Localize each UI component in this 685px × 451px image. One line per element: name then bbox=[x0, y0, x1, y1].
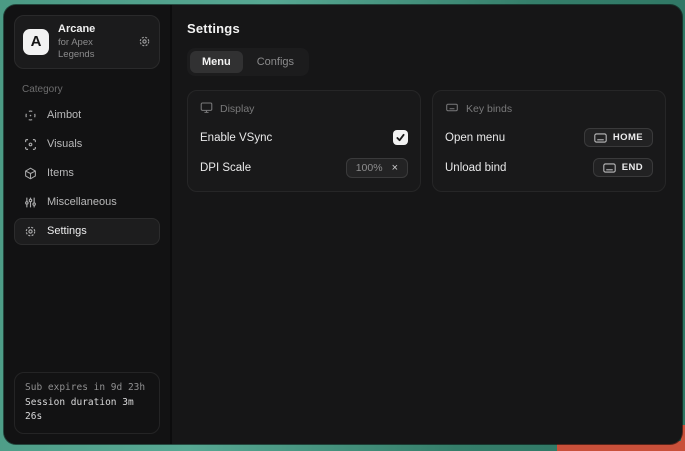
unload-bind-row: Unload bind END bbox=[445, 158, 653, 177]
keyboard-icon bbox=[445, 101, 459, 117]
sidebar-item-label: Visuals bbox=[47, 138, 82, 150]
app-brand-card: A Arcane for Apex Legends bbox=[14, 15, 160, 69]
sidebar: A Arcane for Apex Legends Category bbox=[4, 5, 172, 444]
keybinds-card: Key binds Open menu HOME Unload bind bbox=[432, 90, 666, 192]
sidebar-item-label: Aimbot bbox=[47, 109, 81, 121]
package-icon bbox=[23, 167, 37, 180]
gear-icon bbox=[23, 225, 37, 238]
desktop: { "app": { "name": "Arcane", "subtitle":… bbox=[0, 0, 685, 451]
sidebar-item-miscellaneous[interactable]: Miscellaneous bbox=[14, 189, 160, 216]
vsync-label: Enable VSync bbox=[200, 132, 272, 144]
sliders-icon bbox=[23, 196, 37, 209]
sidebar-item-label: Settings bbox=[47, 225, 87, 237]
clear-icon[interactable]: × bbox=[392, 163, 398, 174]
session-duration-text: Session duration 3m 26s bbox=[25, 396, 149, 425]
display-card: Display Enable VSync DPI Scale 100% × bbox=[187, 90, 421, 192]
sidebar-nav: Aimbot Visuals Items bbox=[14, 102, 160, 245]
sub-expiry-text: Sub expires in 9d 23h bbox=[25, 381, 149, 396]
sidebar-item-label: Miscellaneous bbox=[47, 196, 117, 208]
dpi-scale-input[interactable]: 100% × bbox=[346, 158, 408, 178]
sidebar-item-settings[interactable]: Settings bbox=[14, 218, 160, 245]
settings-tabbar: Menu Configs bbox=[187, 48, 309, 76]
keyboard-icon bbox=[603, 163, 616, 173]
tab-menu[interactable]: Menu bbox=[190, 51, 243, 73]
page-title: Settings bbox=[187, 21, 667, 36]
open-menu-label: Open menu bbox=[445, 132, 505, 144]
settings-cards: Display Enable VSync DPI Scale 100% × bbox=[187, 90, 667, 192]
crosshair-icon bbox=[23, 109, 37, 122]
keybinds-card-title: Key binds bbox=[466, 103, 512, 115]
display-card-header: Display bbox=[200, 101, 408, 117]
app-subtitle: for Apex Legends bbox=[58, 37, 129, 61]
keyboard-icon bbox=[594, 133, 607, 143]
scan-eye-icon bbox=[23, 138, 37, 151]
vsync-checkbox[interactable] bbox=[393, 130, 408, 145]
dpi-label: DPI Scale bbox=[200, 162, 251, 174]
open-menu-row: Open menu HOME bbox=[445, 128, 653, 147]
unload-bind-keybind[interactable]: END bbox=[593, 158, 653, 177]
gear-icon[interactable] bbox=[138, 35, 151, 48]
sidebar-item-aimbot[interactable]: Aimbot bbox=[14, 102, 160, 129]
display-card-title: Display bbox=[220, 103, 254, 115]
main-panel: Settings Menu Configs Display Enable VSy… bbox=[172, 5, 682, 444]
arcane-menu-window: A Arcane for Apex Legends Category bbox=[4, 5, 682, 444]
app-logo: A bbox=[23, 29, 49, 55]
sidebar-item-items[interactable]: Items bbox=[14, 160, 160, 187]
keybinds-card-header: Key binds bbox=[445, 101, 653, 117]
monitor-icon bbox=[200, 101, 213, 117]
app-name: Arcane bbox=[58, 23, 129, 37]
category-label: Category bbox=[22, 84, 160, 95]
vsync-row: Enable VSync bbox=[200, 128, 408, 147]
sidebar-item-label: Items bbox=[47, 167, 74, 179]
open-menu-keybind[interactable]: HOME bbox=[584, 128, 653, 147]
sidebar-item-visuals[interactable]: Visuals bbox=[14, 131, 160, 158]
keybind-value: HOME bbox=[613, 132, 643, 143]
checkmark-icon bbox=[396, 133, 405, 142]
tab-configs[interactable]: Configs bbox=[245, 51, 306, 73]
unload-bind-label: Unload bind bbox=[445, 162, 506, 174]
dpi-row: DPI Scale 100% × bbox=[200, 158, 408, 178]
dpi-value: 100% bbox=[356, 162, 383, 174]
app-brand-text: Arcane for Apex Legends bbox=[58, 23, 129, 61]
keybind-value: END bbox=[622, 162, 643, 173]
subscription-info-box: Sub expires in 9d 23h Session duration 3… bbox=[14, 372, 160, 434]
